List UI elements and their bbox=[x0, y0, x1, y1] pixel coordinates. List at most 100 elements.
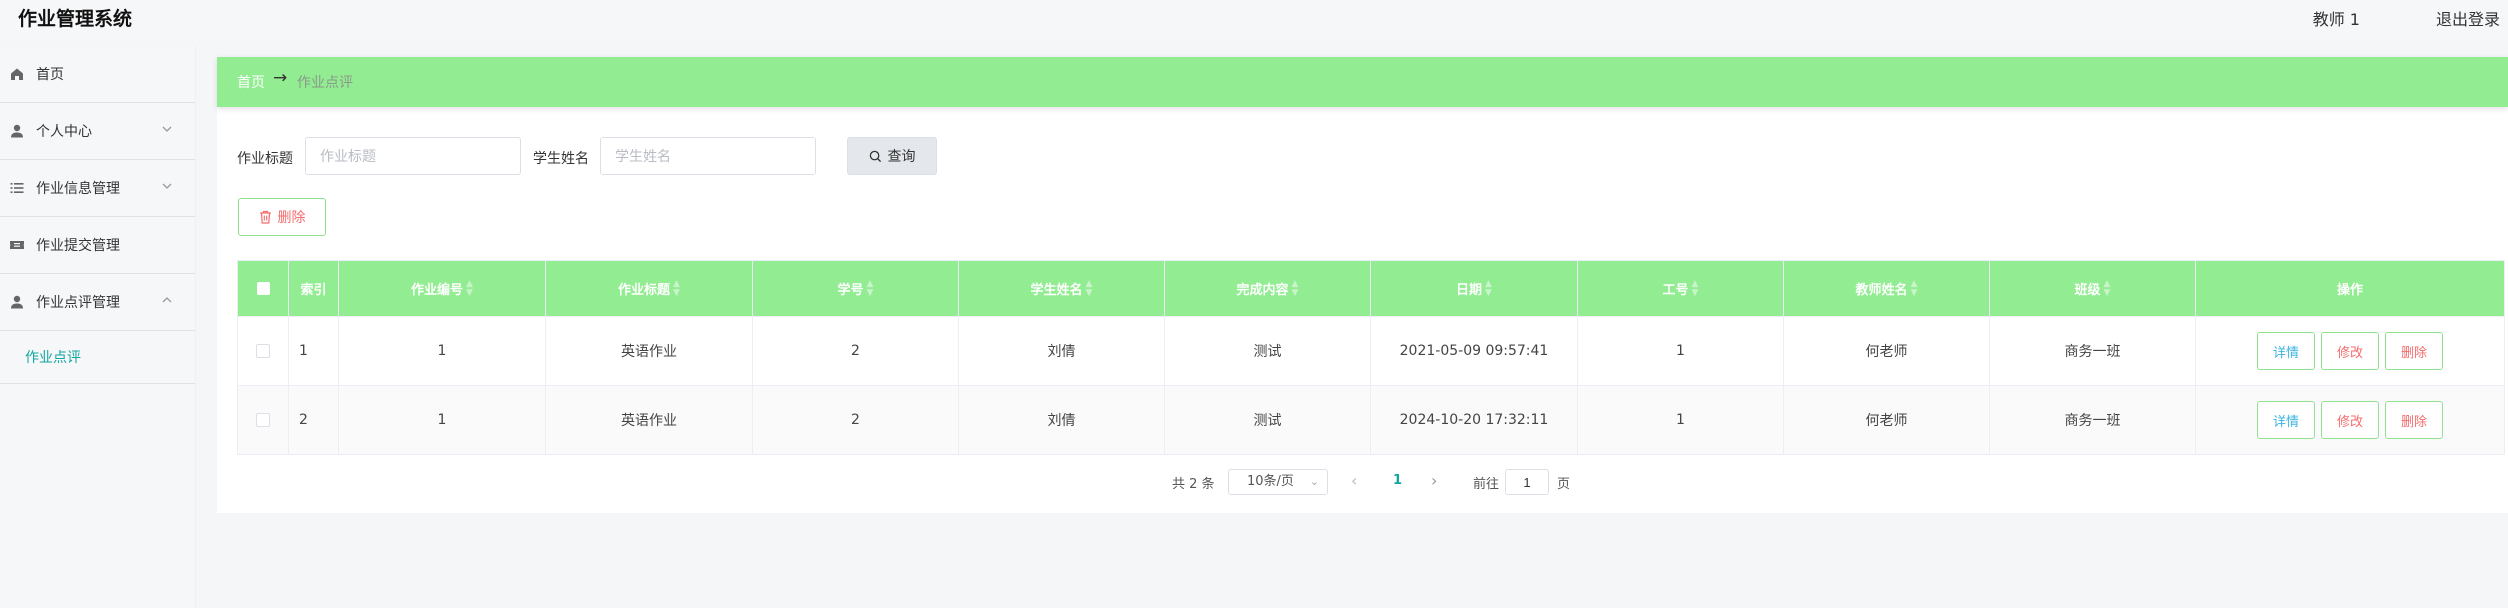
content-cell: 测试 bbox=[1164, 385, 1371, 455]
title-label: 作业标题 bbox=[237, 151, 293, 167]
ticket-icon bbox=[8, 236, 26, 254]
column-header: 索引 bbox=[288, 260, 339, 317]
student-no-cell: 2 bbox=[752, 316, 959, 386]
sidebar-item-label: 作业提交管理 bbox=[36, 238, 120, 254]
chevron-down-icon bbox=[162, 126, 172, 132]
date-cell: 2024-10-20 17:32:11 bbox=[1370, 385, 1578, 455]
chevron-down-icon bbox=[162, 183, 172, 189]
hw-no-cell: 1 bbox=[338, 385, 546, 455]
user-icon bbox=[8, 122, 26, 140]
column-header: 操作 bbox=[2195, 260, 2505, 317]
sort-icon[interactable]: ▲ ▼ bbox=[1911, 279, 1918, 298]
column-header[interactable]: 作业编号 ▲ ▼ bbox=[338, 260, 546, 317]
next-page-icon[interactable]: › bbox=[1431, 471, 1437, 490]
sort-icon[interactable]: ▲ ▼ bbox=[1086, 279, 1093, 298]
column-header[interactable]: 工号 ▲ ▼ bbox=[1577, 260, 1784, 317]
delete-label: 删除 bbox=[277, 210, 306, 226]
arrow-right-icon: → bbox=[273, 68, 288, 88]
detail-button[interactable]: 详情 bbox=[2257, 332, 2315, 370]
column-header-label: 学号 bbox=[837, 283, 864, 298]
detail-button[interactable]: 详情 bbox=[2257, 401, 2315, 439]
sort-icon[interactable]: ▲ ▼ bbox=[867, 279, 874, 298]
pagination: 共 2 条 10条/页 ⌄ ‹ 1 › 前往 页 bbox=[217, 467, 2508, 497]
sort-icon[interactable]: ▲ ▼ bbox=[466, 279, 473, 298]
student-name-cell: 刘倩 bbox=[958, 316, 1165, 386]
student-no-cell: 2 bbox=[752, 385, 959, 455]
column-header[interactable]: 班级 ▲ ▼ bbox=[1989, 260, 2196, 317]
column-header-label: 教师姓名 bbox=[1855, 283, 1908, 298]
sidebar-menu: 首页 个人中心 作业信息管理 作业提交管理 作业点评管理 作业点评 bbox=[0, 46, 195, 384]
index-cell: 2 bbox=[288, 385, 339, 455]
column-header[interactable]: 学生姓名 ▲ ▼ bbox=[958, 260, 1165, 317]
column-header-label: 作业编号 bbox=[411, 283, 464, 298]
sort-icon[interactable]: ▲ ▼ bbox=[673, 279, 680, 298]
sidebar-subitem-label[interactable]: 作业点评 bbox=[25, 347, 81, 367]
delete-button[interactable]: 删除 bbox=[2385, 332, 2443, 370]
column-header[interactable]: 作业标题 ▲ ▼ bbox=[545, 260, 753, 317]
chevron-down-icon: ⌄ bbox=[1309, 475, 1319, 488]
page-size-select[interactable]: 10条/页 ⌄ bbox=[1228, 469, 1328, 495]
sidebar-item-label: 作业点评管理 bbox=[36, 295, 120, 311]
delete-button[interactable]: 删除 bbox=[2385, 401, 2443, 439]
row-checkbox[interactable] bbox=[256, 344, 270, 358]
column-header-label: 日期 bbox=[1456, 283, 1483, 298]
sidebar-item-profile[interactable]: 个人中心 bbox=[0, 103, 195, 160]
column-header-label: 作业标题 bbox=[618, 283, 671, 298]
main-panel: 首页 → 作业点评 作业标题 学生姓名 查询 删除 索引 作业编号▲▼ bbox=[217, 57, 2508, 513]
total-count: 共 2 条 bbox=[1172, 477, 1215, 492]
column-header-label: 索引 bbox=[300, 283, 327, 298]
column-header[interactable]: 学号 ▲ ▼ bbox=[752, 260, 959, 317]
top-bar: 作业管理系统 教师 1 退出登录 bbox=[0, 0, 2508, 40]
teacher-cell: 何老师 bbox=[1783, 316, 1990, 386]
sidebar-subitem-review: 作业点评 bbox=[0, 331, 195, 384]
column-header[interactable]: 教师姓名 ▲ ▼ bbox=[1783, 260, 1990, 317]
sidebar-item-label: 首页 bbox=[36, 67, 64, 83]
select-all-cell bbox=[237, 260, 289, 317]
class-cell: 商务一班 bbox=[1989, 316, 2196, 386]
sort-icon[interactable]: ▲ ▼ bbox=[1292, 279, 1299, 298]
column-header-label: 操作 bbox=[2336, 283, 2363, 298]
column-header-label: 学生姓名 bbox=[1030, 283, 1083, 298]
page-number[interactable]: 1 bbox=[1393, 473, 1402, 488]
sidebar: 首页 个人中心 作业信息管理 作业提交管理 作业点评管理 作业点评 bbox=[0, 46, 196, 608]
current-user: 教师 1 bbox=[2312, 10, 2360, 29]
breadcrumb: 首页 → 作业点评 bbox=[217, 57, 2508, 107]
select-all-checkbox[interactable] bbox=[256, 282, 270, 295]
sidebar-item-label: 个人中心 bbox=[36, 124, 92, 140]
table-row: 2 1 英语作业 2 刘倩 测试 2024-10-20 17:32:11 1 何… bbox=[237, 385, 2505, 455]
staff-no-cell: 1 bbox=[1577, 385, 1784, 455]
sort-icon[interactable]: ▲ ▼ bbox=[2104, 279, 2111, 298]
batch-delete-button[interactable]: 删除 bbox=[238, 198, 326, 236]
chevron-up-icon bbox=[162, 297, 172, 303]
title-cell: 英语作业 bbox=[545, 316, 753, 386]
student-name-input[interactable] bbox=[600, 137, 816, 175]
query-button[interactable]: 查询 bbox=[847, 137, 937, 175]
sidebar-item-home[interactable]: 首页 bbox=[0, 46, 195, 103]
sort-icon[interactable]: ▲ ▼ bbox=[1485, 279, 1492, 298]
title-cell: 英语作业 bbox=[545, 385, 753, 455]
content-cell: 测试 bbox=[1164, 316, 1371, 386]
date-cell: 2021-05-09 09:57:41 bbox=[1370, 316, 1578, 386]
column-header-label: 完成内容 bbox=[1236, 283, 1289, 298]
actions-cell: 详情 修改 删除 bbox=[2195, 316, 2505, 386]
sidebar-item-homework-submit[interactable]: 作业提交管理 bbox=[0, 217, 195, 274]
edit-button[interactable]: 修改 bbox=[2321, 401, 2379, 439]
sidebar-item-label: 作业信息管理 bbox=[36, 181, 120, 197]
breadcrumb-current: 作业点评 bbox=[297, 75, 353, 91]
student-name-cell: 刘倩 bbox=[958, 385, 1165, 455]
app-title: 作业管理系统 bbox=[18, 8, 133, 30]
logout-link[interactable]: 退出登录 bbox=[2436, 6, 2500, 30]
title-input[interactable] bbox=[305, 137, 521, 175]
column-header[interactable]: 完成内容 ▲ ▼ bbox=[1164, 260, 1371, 317]
sort-icon[interactable]: ▲ ▼ bbox=[1692, 279, 1699, 298]
sidebar-item-homework-review[interactable]: 作业点评管理 bbox=[0, 274, 195, 331]
sidebar-item-homework-info[interactable]: 作业信息管理 bbox=[0, 160, 195, 217]
edit-button[interactable]: 修改 bbox=[2321, 332, 2379, 370]
column-header[interactable]: 日期 ▲ ▼ bbox=[1370, 260, 1578, 317]
goto-page-input[interactable] bbox=[1505, 469, 1549, 495]
goto-label: 前往 bbox=[1473, 477, 1500, 492]
table-header-row: 索引 作业编号 ▲ ▼ 作业标题 ▲ ▼ 学号 ▲ ▼ 学生姓名 ▲ ▼ 完成内容 ▲ ▼ 日期 ▲ ▼… bbox=[237, 260, 2505, 317]
row-checkbox[interactable] bbox=[256, 413, 270, 427]
breadcrumb-home[interactable]: 首页 bbox=[237, 72, 265, 92]
prev-page-icon[interactable]: ‹ bbox=[1351, 471, 1357, 490]
